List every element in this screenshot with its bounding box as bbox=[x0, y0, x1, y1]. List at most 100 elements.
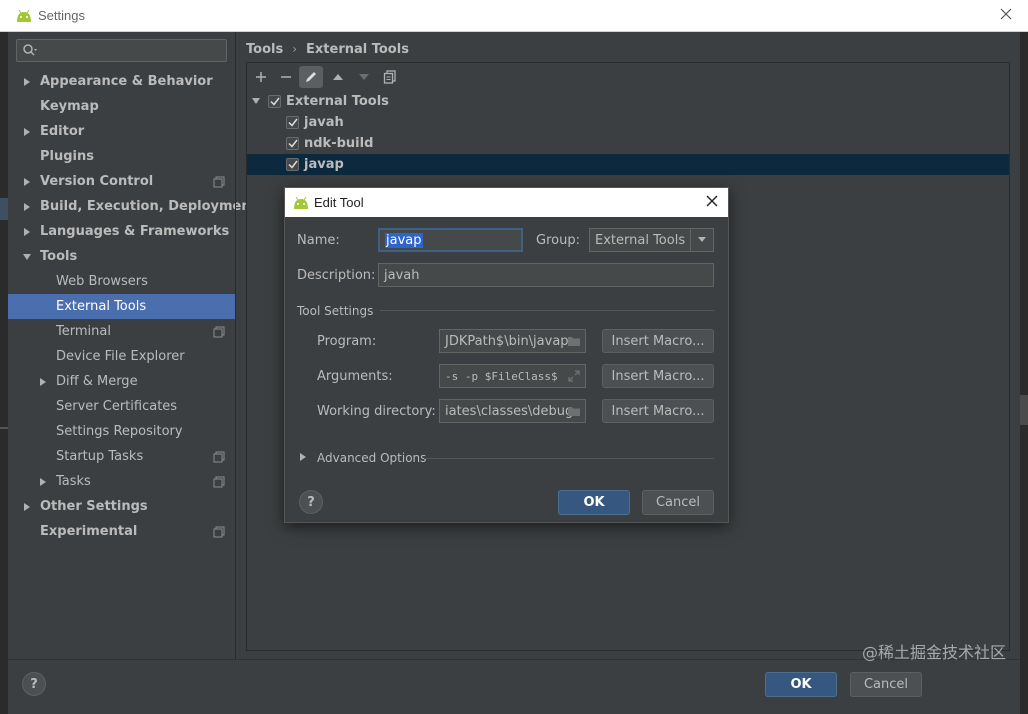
sidebar-item-label: Device File Explorer bbox=[56, 349, 185, 364]
advanced-options-toggle[interactable] bbox=[299, 451, 307, 466]
settings-sidebar: Appearance & Behavior Keymap Editor Plugins… bbox=[8, 32, 257, 659]
sidebar-item-build-execution-deployment[interactable]: Build, Execution, Deployment bbox=[8, 194, 257, 219]
sidebar-item-diff-merge[interactable]: Diff & Merge bbox=[8, 369, 235, 394]
sidebar-item-external-tools[interactable]: External Tools bbox=[8, 294, 235, 319]
sidebar-item-startup-tasks[interactable]: Startup Tasks bbox=[8, 444, 235, 469]
group-label: Group: bbox=[536, 233, 580, 248]
background-editor-strip bbox=[0, 32, 8, 714]
window-title: Settings bbox=[38, 8, 85, 23]
settings-search-input[interactable] bbox=[16, 39, 227, 62]
tool-group-checkbox[interactable] bbox=[268, 95, 281, 108]
folder-icon[interactable] bbox=[567, 334, 581, 348]
sidebar-item-keymap[interactable]: Keymap bbox=[8, 94, 235, 119]
program-field[interactable]: JDKPath$\bin\javap bbox=[439, 329, 586, 353]
folder-icon[interactable] bbox=[567, 404, 581, 418]
breadcrumb-tools[interactable]: Tools bbox=[246, 42, 283, 57]
chevron-right-icon[interactable] bbox=[38, 477, 48, 487]
chevron-right-icon[interactable] bbox=[38, 377, 48, 387]
sidebar-item-tasks[interactable]: Tasks bbox=[8, 469, 235, 494]
chevron-right-icon[interactable] bbox=[22, 502, 32, 512]
dialog-close-icon[interactable] bbox=[704, 193, 720, 209]
arguments-field[interactable]: -s -p $FileClass$ bbox=[439, 364, 586, 388]
sidebar-item-label: Appearance & Behavior bbox=[40, 74, 213, 89]
advanced-options-label[interactable]: Advanced Options bbox=[317, 451, 426, 465]
sidebar-item-label: Terminal bbox=[56, 324, 111, 339]
sidebar-item-label: Server Certificates bbox=[56, 399, 178, 414]
chevron-down-icon[interactable] bbox=[22, 252, 32, 262]
sidebar-item-label: Startup Tasks bbox=[56, 449, 144, 464]
working-directory-insert-macro-button[interactable]: Insert Macro... bbox=[602, 399, 714, 423]
sidebar-item-device-file-explorer[interactable]: Device File Explorer bbox=[8, 344, 235, 369]
sidebar-item-experimental[interactable]: Experimental bbox=[8, 519, 235, 544]
sidebar-item-settings-repository[interactable]: Settings Repository bbox=[8, 419, 235, 444]
tool-group-row[interactable]: External Tools bbox=[247, 91, 1009, 112]
sidebar-item-languages-frameworks[interactable]: Languages & Frameworks bbox=[8, 219, 235, 244]
program-insert-macro-button[interactable]: Insert Macro... bbox=[602, 329, 714, 353]
dialog-title: Edit Tool bbox=[314, 195, 364, 210]
sidebar-item-label: Editor bbox=[40, 124, 85, 139]
edit-icon bbox=[306, 72, 316, 82]
remove-icon bbox=[281, 76, 291, 78]
tool-row-ndk-build[interactable]: ndk-build bbox=[247, 133, 1009, 154]
tool-row-javah[interactable]: javah bbox=[247, 112, 1009, 133]
sidebar-item-editor[interactable]: Editor bbox=[8, 119, 235, 144]
chevron-right-icon[interactable] bbox=[22, 127, 32, 137]
check-icon bbox=[270, 97, 280, 106]
settings-cancel-button[interactable]: Cancel bbox=[850, 672, 922, 697]
expand-icon[interactable] bbox=[567, 369, 581, 383]
edit-tool-button[interactable] bbox=[299, 66, 323, 88]
tool-checkbox-ndk-build[interactable] bbox=[286, 137, 299, 150]
check-icon bbox=[288, 139, 298, 148]
sidebar-item-plugins[interactable]: Plugins bbox=[8, 144, 235, 169]
working-directory-field[interactable]: iates\classes\debug bbox=[439, 399, 586, 423]
chevron-right-icon bbox=[300, 453, 306, 461]
android-studio-icon bbox=[17, 9, 31, 22]
arguments-insert-macro-button[interactable]: Insert Macro... bbox=[602, 364, 714, 388]
group-select[interactable]: External Tools bbox=[589, 228, 714, 252]
sidebar-item-appearance-behavior[interactable]: Appearance & Behavior bbox=[8, 69, 235, 94]
copy-tool-button[interactable] bbox=[378, 66, 402, 88]
breadcrumb: Tools › External Tools bbox=[246, 40, 409, 58]
edit-tool-dialog: Edit Tool Name: javap Group: External To… bbox=[284, 187, 729, 523]
dialog-help-button[interactable]: ? bbox=[299, 490, 323, 514]
remove-tool-button[interactable] bbox=[274, 66, 298, 88]
tool-checkbox-javap[interactable] bbox=[286, 158, 299, 171]
sidebar-item-web-browsers[interactable]: Web Browsers bbox=[8, 269, 235, 294]
program-label: Program: bbox=[317, 334, 377, 349]
project-level-icon bbox=[213, 526, 225, 538]
advanced-options-divider bbox=[424, 458, 714, 459]
move-up-button[interactable] bbox=[326, 66, 350, 88]
project-level-icon bbox=[213, 326, 225, 338]
dialog-cancel-button[interactable]: Cancel bbox=[642, 490, 714, 515]
background-right-edge bbox=[1020, 395, 1028, 425]
sidebar-item-other-settings[interactable]: Other Settings bbox=[8, 494, 235, 519]
breadcrumb-external-tools: External Tools bbox=[306, 41, 409, 57]
move-down-button[interactable] bbox=[352, 66, 376, 88]
name-label: Name: bbox=[297, 233, 340, 248]
chevron-right-icon[interactable] bbox=[22, 77, 32, 87]
sidebar-item-label: Web Browsers bbox=[56, 274, 148, 289]
project-level-icon bbox=[213, 451, 225, 463]
add-tool-button[interactable] bbox=[249, 66, 273, 88]
sidebar-item-version-control[interactable]: Version Control bbox=[8, 169, 235, 194]
sidebar-item-label: Keymap bbox=[40, 99, 99, 114]
settings-help-button[interactable]: ? bbox=[22, 672, 46, 696]
tool-checkbox-javah[interactable] bbox=[286, 116, 299, 129]
chevron-down-icon[interactable] bbox=[251, 97, 261, 105]
sidebar-item-tools[interactable]: Tools bbox=[8, 244, 235, 269]
chevron-right-icon[interactable] bbox=[22, 177, 32, 187]
tool-row-javap[interactable]: javap bbox=[247, 154, 1009, 175]
breadcrumb-separator: › bbox=[292, 42, 298, 56]
sidebar-item-server-certificates[interactable]: Server Certificates bbox=[8, 394, 235, 419]
chevron-right-icon[interactable] bbox=[22, 202, 32, 212]
tools-toolbar bbox=[247, 63, 1009, 91]
move-up-icon bbox=[333, 74, 343, 80]
dialog-ok-button[interactable]: OK bbox=[558, 490, 630, 515]
window-close-icon[interactable] bbox=[998, 6, 1014, 22]
sidebar-item-terminal[interactable]: Terminal bbox=[8, 319, 235, 344]
settings-ok-button[interactable]: OK bbox=[765, 672, 837, 697]
name-field[interactable]: javap bbox=[378, 228, 523, 252]
chevron-right-icon[interactable] bbox=[22, 227, 32, 237]
group-dropdown-button[interactable] bbox=[690, 229, 713, 251]
description-field[interactable]: javah bbox=[378, 263, 714, 287]
